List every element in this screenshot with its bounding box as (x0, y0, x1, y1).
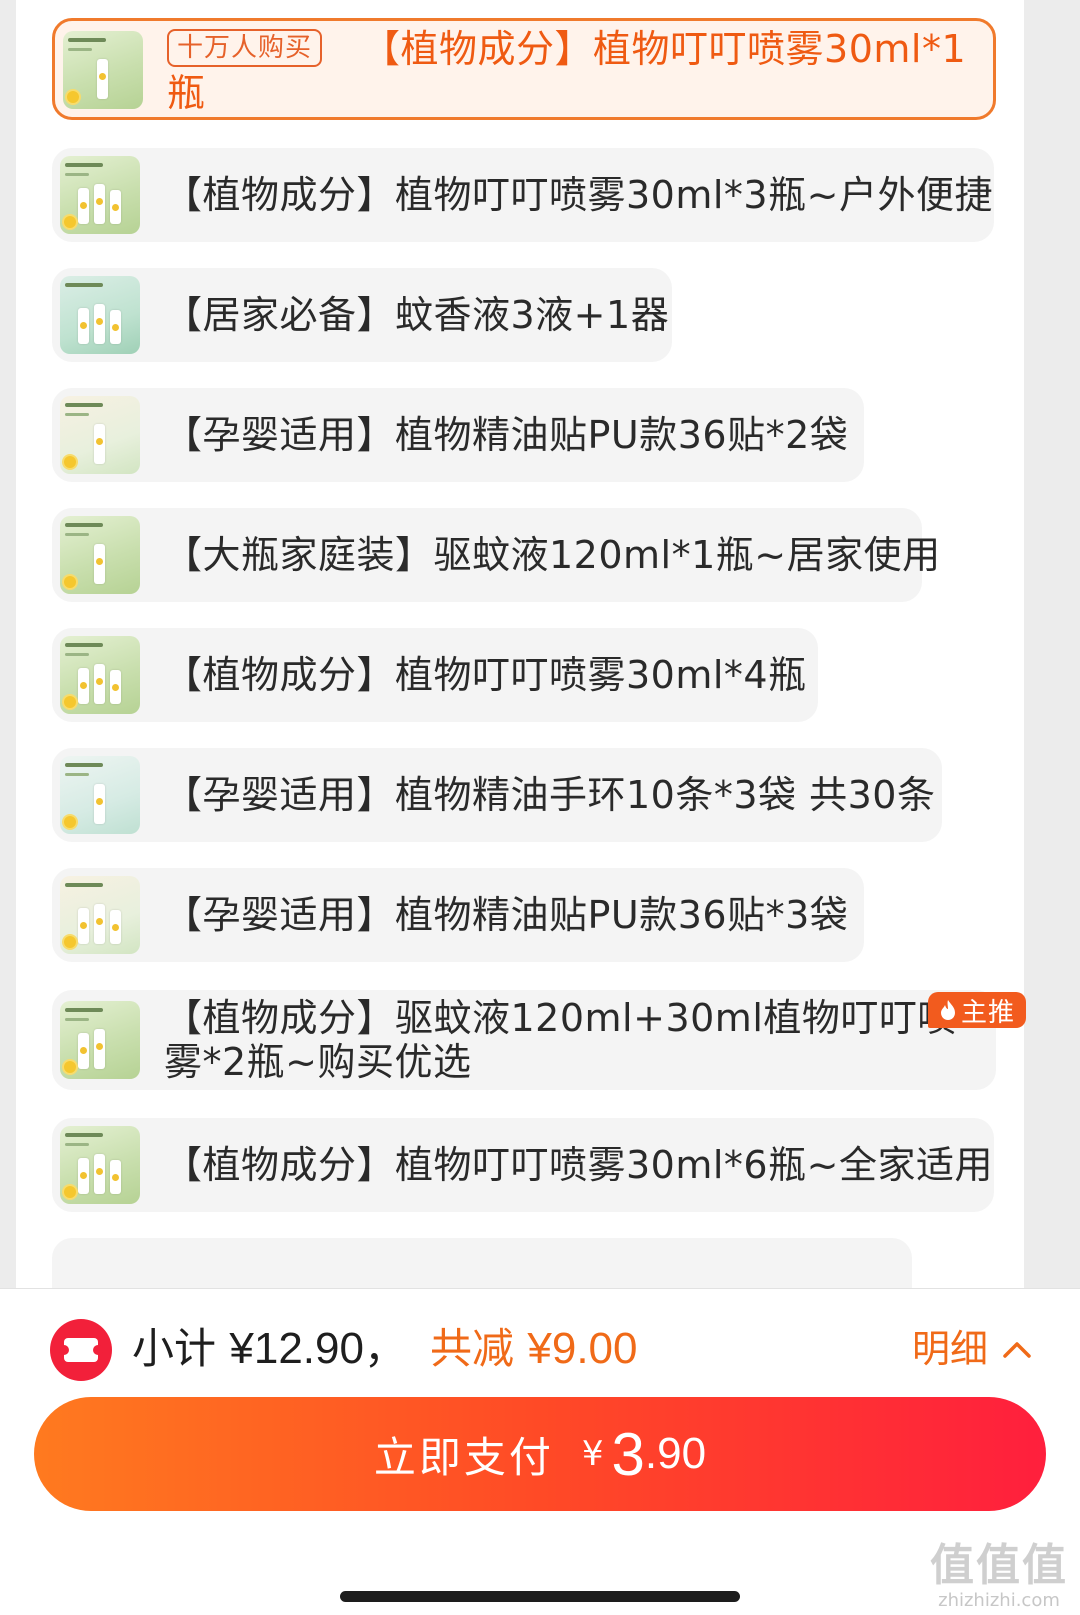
pay-now-button[interactable]: 立即支付 ¥3.90 (34, 1397, 1046, 1511)
discount-total: 共减 ¥9.00 (430, 1324, 638, 1373)
product-thumbnail (60, 876, 140, 954)
product-thumbnail (60, 396, 140, 474)
product-thumbnail (60, 156, 140, 234)
product-thumbnail (60, 636, 140, 714)
sku-option-label: 【植物成分】植物叮叮喷雾30ml*3瓶~户外便捷 (164, 173, 993, 217)
recommended-tag: 主推 (928, 992, 1026, 1028)
sku-option[interactable]: 【居家必备】蚊香液3液+1器 (52, 268, 672, 362)
detail-toggle[interactable]: 明细 (912, 1319, 1032, 1379)
chevron-up-icon (1003, 1342, 1031, 1358)
sku-option[interactable]: 【孕婴适用】植物精油贴PU款36贴*3袋 (52, 868, 864, 962)
flame-icon (940, 1000, 955, 1020)
sku-option-label: 【植物成分】植物叮叮喷雾30ml*6瓶~全家适用 (164, 1143, 993, 1187)
sku-option[interactable]: 【植物成分】驱蚊液120ml+30ml植物叮叮喷雾*2瓶~购买优选 (52, 990, 996, 1090)
home-indicator[interactable] (340, 1591, 740, 1602)
sku-option-label: 【植物成分】驱蚊液120ml+30ml植物叮叮喷雾*2瓶~购买优选 (164, 996, 956, 1084)
sku-option[interactable]: 【孕婴适用】植物精油手环10条*3袋 共30条 (52, 748, 942, 842)
product-thumbnail (63, 31, 143, 109)
subtotal: 小计 ¥12.90， (132, 1324, 406, 1373)
sku-option[interactable]: 【植物成分】植物叮叮喷雾30ml*3瓶~户外便捷 (52, 148, 994, 242)
sku-option[interactable]: 【孕婴适用】植物精油贴PU款36贴*2袋 (52, 388, 864, 482)
product-thumbnail (60, 1126, 140, 1204)
sku-option-label: 【植物成分】植物叮叮喷雾30ml*4瓶 (164, 653, 807, 697)
sku-option-label: 【孕婴适用】植物精油贴PU款36贴*2袋 (164, 413, 849, 457)
product-thumbnail (60, 516, 140, 594)
sku-option[interactable]: 【大瓶家庭装】驱蚊液120ml*1瓶~居家使用 (52, 508, 941, 602)
sales-badge: 十万人购买 (167, 29, 323, 67)
sku-option[interactable]: 【植物成分】植物叮叮喷雾30ml*6瓶~全家适用 (52, 1118, 994, 1212)
watermark: 值值值 zhizhizhi.com (930, 1540, 1068, 1611)
sku-option-label: 【孕婴适用】植物精油手环10条*3袋 共30条 (164, 773, 936, 817)
sku-option-label: 十万人购买 【植物成分】植物叮叮喷雾30ml*1瓶 (167, 27, 967, 115)
sku-option-label: 【居家必备】蚊香液3液+1器 (164, 293, 670, 337)
sku-option[interactable]: 【植物成分】植物叮叮喷雾30ml*4瓶 (52, 628, 818, 722)
product-thumbnail (60, 276, 140, 354)
sku-option-label: 【大瓶家庭装】驱蚊液120ml*1瓶~居家使用 (164, 533, 941, 577)
sku-option-label: 【孕婴适用】植物精油贴PU款36贴*3袋 (164, 893, 849, 937)
discount-amount: ¥9.00 (527, 1324, 638, 1373)
checkout-bar: 小计 ¥12.90， 共减 ¥9.00 明细 立即支付 ¥3.90 值值值 zh… (0, 1288, 1080, 1615)
product-thumbnail (60, 756, 140, 834)
subtotal-amount: ¥12.90 (229, 1324, 364, 1373)
coupon-icon (50, 1319, 112, 1381)
sku-option-selected[interactable]: 十万人购买 【植物成分】植物叮叮喷雾30ml*1瓶 (52, 18, 996, 120)
product-thumbnail (60, 1001, 140, 1079)
